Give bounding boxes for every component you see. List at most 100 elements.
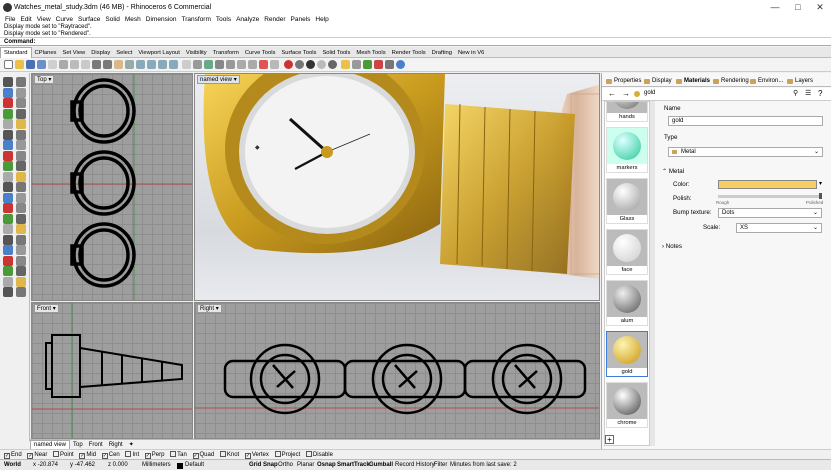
units-label[interactable]: Millimeters [142,461,171,470]
thumb-markers[interactable]: markers [606,127,648,173]
paste-icon[interactable] [81,60,90,69]
viewport-front-label[interactable]: Front ▾ [34,304,59,313]
zoom-window-icon[interactable] [147,60,156,69]
name-input[interactable]: gold [668,116,823,126]
render-sphere-icon[interactable] [284,60,293,69]
shaded-sphere-icon[interactable] [295,60,304,69]
thumbnail-scrollbar[interactable] [650,101,655,446]
color-swatch[interactable] [718,180,817,189]
tool-icon[interactable] [3,192,13,203]
tool-icon[interactable] [16,108,26,119]
menu-panels[interactable]: Panels [291,15,311,24]
texture-icon[interactable] [374,60,383,69]
color-dropdown-icon[interactable]: ▾ [819,180,822,187]
tool-icon[interactable] [16,234,26,245]
menu-file[interactable]: File [5,15,15,24]
light-bulb-icon[interactable] [341,60,350,69]
help-icon[interactable] [352,60,361,69]
tool-icon[interactable] [16,171,26,182]
viewport-named-label[interactable]: named view ▾ [197,75,240,84]
tool-icon[interactable] [3,87,13,98]
grid-snap-toggle[interactable]: Grid Snap [249,461,278,470]
tool-icon[interactable] [16,192,26,203]
tool-icon[interactable] [3,234,13,245]
minimize-button[interactable]: — [764,2,786,14]
close-button[interactable]: ✕ [809,2,831,14]
menu-view[interactable]: View [37,15,51,24]
osnap-toggle[interactable]: Osnap [317,461,336,470]
notes-section-toggle[interactable]: › Notes [662,243,682,250]
menu-curve[interactable]: Curve [56,15,73,24]
tool-icon[interactable] [3,266,13,276]
polish-slider[interactable] [718,195,822,198]
tool-icon[interactable] [3,171,13,182]
thumb-chrome[interactable]: chrome [606,382,648,428]
filter-button[interactable]: Filter [434,461,447,470]
tool-icon[interactable] [3,77,13,87]
layer-label[interactable]: Default [185,461,204,470]
tool-icon[interactable] [3,224,13,234]
tool-icon[interactable] [16,287,26,297]
menu-icon[interactable]: ☰ [805,89,811,97]
viewport-icon[interactable] [182,60,191,69]
tool-icon[interactable] [3,287,13,297]
cplane-icon[interactable] [204,60,213,69]
tool-icon[interactable] [16,140,26,150]
tool-icon[interactable] [3,129,13,140]
tool-icon[interactable] [16,161,26,171]
tool-icon[interactable] [3,245,13,255]
pan-hand-icon[interactable] [114,60,123,69]
tool-icon[interactable] [16,87,26,98]
tool-icon[interactable] [16,203,26,213]
scene-icon[interactable] [363,60,372,69]
menu-edit[interactable]: Edit [20,15,31,24]
planar-toggle[interactable]: Planar [297,461,314,470]
search-value[interactable]: gold [644,90,655,96]
save-icon[interactable] [26,60,35,69]
tool-icon[interactable] [3,140,13,150]
thumb-gold[interactable]: gold [606,331,648,377]
back-arrow-icon[interactable]: ← [608,89,616,98]
thumb-face[interactable]: face [606,229,648,275]
tool-icon[interactable] [3,98,13,108]
viewport-top[interactable]: Top ▾ [31,73,193,301]
panel-tab-layers[interactable]: Layers [786,77,813,86]
tool-icon[interactable] [16,266,26,276]
select-icon[interactable] [226,60,235,69]
tool-icon[interactable] [16,77,26,87]
polish-slider-handle[interactable] [819,193,822,199]
panel-tab-properties[interactable]: Properties [605,77,641,86]
viewport-front[interactable]: Front ▾ [31,302,193,439]
type-select[interactable]: Metal ⌄ [668,147,823,157]
menu-mesh[interactable]: Mesh [125,15,141,24]
menu-transform[interactable]: Transform [182,15,211,24]
tool-icon[interactable] [16,245,26,255]
vp-tab-right[interactable]: Right [106,441,126,449]
search-icon[interactable]: ⚲ [793,89,798,97]
world-icon[interactable] [396,60,405,69]
command-prompt[interactable]: Command: [0,38,831,46]
vp-tab-top[interactable]: Top [70,441,86,449]
add-material-button[interactable]: + [605,435,614,444]
open-folder-icon[interactable] [15,60,24,69]
vp-tab-front[interactable]: Front [86,441,106,449]
tool-icon[interactable] [3,213,13,224]
tool-icon[interactable] [3,255,13,266]
gumball-toggle[interactable]: Gumball [369,461,393,470]
xray-sphere-icon[interactable] [317,60,326,69]
lock-icon[interactable] [259,60,268,69]
tool-icon[interactable] [3,276,13,287]
panel-tab-display[interactable]: Display [643,77,672,86]
tool-icon[interactable] [3,150,13,161]
panel-tab-rendering[interactable]: Rendering [712,77,749,86]
menu-render[interactable]: Render [264,15,285,24]
tool-icon[interactable] [3,108,13,119]
thumb-glass[interactable]: Glass [606,178,648,224]
metal-section-toggle[interactable]: ⌃ Metal [662,168,684,175]
tool-icon[interactable] [3,203,13,213]
vp-tab-add-icon[interactable]: ✦ [126,441,137,449]
grid-icon[interactable] [193,60,202,69]
ortho-toggle[interactable]: Ortho [278,461,293,470]
camera-icon[interactable] [385,60,394,69]
tool-icon[interactable] [16,129,26,140]
